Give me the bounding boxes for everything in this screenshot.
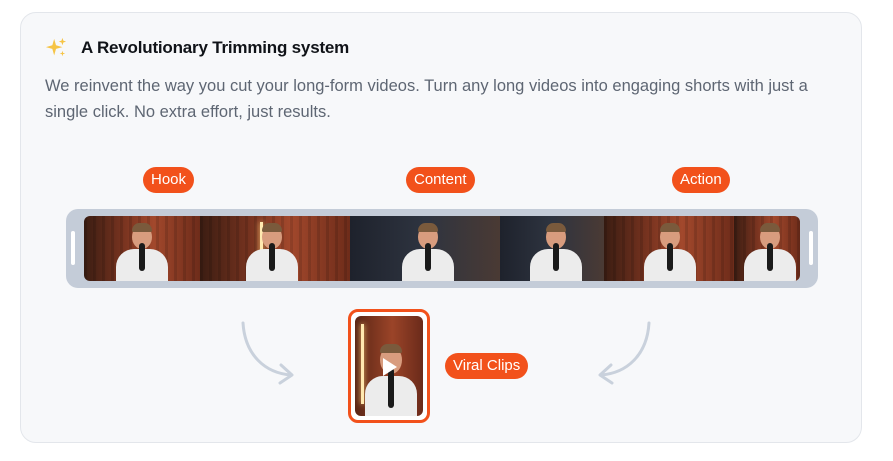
- video-frame: [200, 216, 350, 281]
- video-frame: [734, 216, 800, 281]
- clip-preview: [355, 316, 423, 416]
- title-row: A Revolutionary Trimming system: [45, 37, 349, 59]
- video-frame: [350, 216, 500, 281]
- content-label: Content: [406, 167, 475, 193]
- viral-clip-thumbnail[interactable]: [348, 309, 430, 423]
- action-label: Action: [672, 167, 730, 193]
- sparkles-icon: [45, 37, 67, 57]
- viral-clips-label: Viral Clips: [445, 353, 529, 379]
- hook-label: Hook: [143, 167, 195, 193]
- feature-card: A Revolutionary Trimming system We reinv…: [20, 12, 862, 443]
- trim-handle-right[interactable]: [809, 231, 813, 265]
- video-frame: [500, 216, 604, 281]
- video-frame: [84, 216, 200, 281]
- feature-title: A Revolutionary Trimming system: [81, 38, 350, 57]
- video-filmstrip: [84, 216, 800, 281]
- feature-description: We reinvent the way you cut your long-fo…: [45, 77, 808, 121]
- timeline-track: [66, 209, 818, 288]
- curved-arrow-icon: [598, 321, 651, 385]
- trim-handle-left[interactable]: [71, 231, 75, 265]
- curved-arrow-icon: [241, 321, 294, 385]
- play-icon[interactable]: [383, 358, 397, 376]
- video-frame: [604, 216, 734, 281]
